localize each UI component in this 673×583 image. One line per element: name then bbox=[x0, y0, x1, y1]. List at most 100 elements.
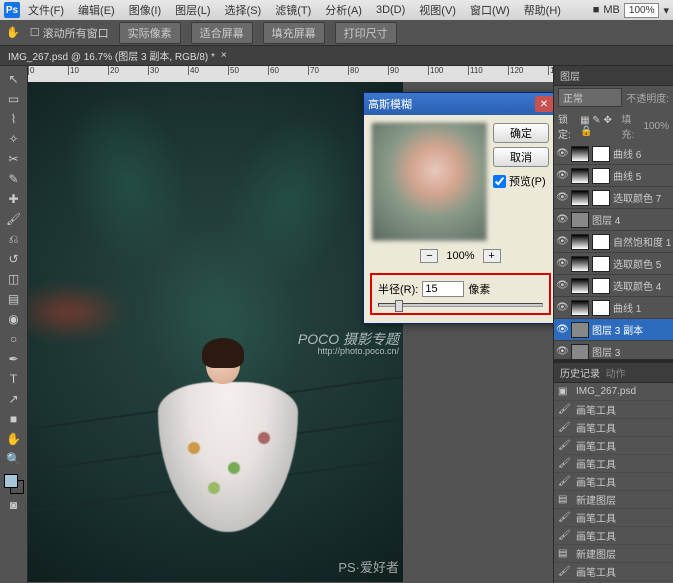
radius-label: 半径(R): bbox=[378, 281, 418, 297]
visibility-icon[interactable]: 👁 bbox=[556, 346, 568, 357]
layer-item[interactable]: 👁选取颜色 7 bbox=[554, 187, 673, 209]
heal-tool-icon[interactable]: ✚ bbox=[3, 190, 25, 208]
foreground-color-swatch[interactable] bbox=[4, 474, 18, 488]
layer-item[interactable]: 👁选取颜色 5 bbox=[554, 253, 673, 275]
eyedropper-tool-icon[interactable]: ✎ bbox=[3, 170, 25, 188]
crop-tool-icon[interactable]: ✂ bbox=[3, 150, 25, 168]
history-snapshot[interactable]: ▣ IMG_267.psd bbox=[554, 383, 673, 401]
history-item[interactable]: ▤新建图层 bbox=[554, 545, 673, 563]
menu-select[interactable]: 选择(S) bbox=[219, 0, 268, 20]
layer-item[interactable]: 👁图层 3 副本 bbox=[554, 319, 673, 341]
move-tool-icon[interactable]: ↖ bbox=[3, 70, 25, 88]
quickmask-icon[interactable]: ◙ bbox=[3, 496, 25, 514]
marquee-tool-icon[interactable]: ▭ bbox=[3, 90, 25, 108]
brush-tool-icon[interactable]: 🖌 bbox=[3, 210, 25, 228]
layer-item[interactable]: 👁曲线 6 bbox=[554, 143, 673, 165]
history-item[interactable]: 🖌画笔工具 bbox=[554, 509, 673, 527]
layer-item[interactable]: 👁 曲线 1 bbox=[554, 297, 673, 319]
history-item[interactable]: 🖌画笔工具 bbox=[554, 455, 673, 473]
zoom-out-button[interactable]: − bbox=[420, 249, 438, 263]
hand-tool-icon[interactable]: ✋ bbox=[3, 430, 25, 448]
history-brush-tool-icon[interactable]: ↺ bbox=[3, 250, 25, 268]
layer-item[interactable]: 👁图层 3 bbox=[554, 341, 673, 359]
blend-mode-dropdown[interactable]: 正常 bbox=[558, 88, 622, 107]
slider-thumb-icon[interactable] bbox=[395, 300, 403, 312]
menu-window[interactable]: 窗口(W) bbox=[464, 0, 516, 20]
layer-thumb bbox=[571, 146, 589, 162]
history-item[interactable]: 🖌画笔工具 bbox=[554, 473, 673, 491]
history-item[interactable]: 🖌画笔工具 bbox=[554, 419, 673, 437]
actual-pixels-button[interactable]: 实际像素 bbox=[119, 22, 181, 44]
lock-icons[interactable]: ▦ ✎ ✥ 🔒 bbox=[580, 115, 617, 137]
canvas[interactable]: POCO 摄影专题 http://photo.poco.cn/ PS·爱好者 bbox=[28, 82, 403, 582]
document-tab[interactable]: IMG_267.psd @ 16.7% (图层 3 副本, RGB/8) * × bbox=[0, 46, 673, 66]
stamp-tool-icon[interactable]: ⎌ bbox=[3, 230, 25, 248]
menu-analysis[interactable]: 分析(A) bbox=[319, 0, 368, 20]
visibility-icon[interactable]: 👁 bbox=[556, 214, 568, 225]
wand-tool-icon[interactable]: ✧ bbox=[3, 130, 25, 148]
gradient-tool-icon[interactable]: ▤ bbox=[3, 290, 25, 308]
color-swatch[interactable] bbox=[4, 474, 24, 494]
fit-screen-button[interactable]: 适合屏幕 bbox=[191, 22, 253, 44]
layer-thumb bbox=[571, 300, 589, 316]
ps-logo-icon: Ps bbox=[4, 2, 20, 18]
pen-tool-icon[interactable]: ✒ bbox=[3, 350, 25, 368]
preview-checkbox-input[interactable] bbox=[493, 175, 506, 188]
dialog-preview[interactable] bbox=[372, 123, 487, 241]
shape-tool-icon[interactable]: ■ bbox=[3, 410, 25, 428]
menu-layer[interactable]: 图层(L) bbox=[169, 0, 216, 20]
preview-checkbox[interactable]: 预览(P) bbox=[493, 173, 549, 189]
visibility-icon[interactable]: 👁 bbox=[556, 192, 568, 203]
zoom-in-button[interactable]: + bbox=[483, 249, 501, 263]
history-item[interactable]: 🖌画笔工具 bbox=[554, 563, 673, 581]
visibility-icon[interactable]: 👁 bbox=[556, 302, 568, 313]
zoom-tool-icon[interactable]: 🔍 bbox=[3, 450, 25, 468]
history-item[interactable]: 🖌画笔工具 bbox=[554, 527, 673, 545]
menu-edit[interactable]: 编辑(E) bbox=[72, 0, 121, 20]
history-item[interactable]: ▤新建图层 bbox=[554, 491, 673, 509]
menu-image[interactable]: 图像(I) bbox=[123, 0, 167, 20]
radius-slider[interactable] bbox=[378, 303, 543, 307]
cancel-button[interactable]: 取消 bbox=[493, 147, 549, 167]
path-tool-icon[interactable]: ↗ bbox=[3, 390, 25, 408]
menu-view[interactable]: 视图(V) bbox=[413, 0, 462, 20]
print-size-button[interactable]: 打印尺寸 bbox=[335, 22, 397, 44]
history-item[interactable]: 🖌画笔工具 bbox=[554, 437, 673, 455]
zoom-field[interactable]: 100% bbox=[624, 3, 660, 18]
dialog-titlebar[interactable]: 高斯模糊 ✕ bbox=[364, 93, 557, 115]
layer-name: 曲线 1 bbox=[613, 300, 641, 315]
dodge-tool-icon[interactable]: ○ bbox=[3, 330, 25, 348]
layer-item[interactable]: 👁图层 4 bbox=[554, 209, 673, 231]
visibility-icon[interactable]: 👁 bbox=[556, 324, 568, 335]
history-step-icon: 🖌 bbox=[558, 566, 572, 577]
eraser-tool-icon[interactable]: ◫ bbox=[3, 270, 25, 288]
lasso-tool-icon[interactable]: ⌇ bbox=[3, 110, 25, 128]
scroll-all-checkbox[interactable]: ☐ 滚动所有窗口 bbox=[30, 25, 109, 41]
menu-file[interactable]: 文件(F) bbox=[22, 0, 70, 20]
menu-help[interactable]: 帮助(H) bbox=[518, 0, 567, 20]
layer-item[interactable]: 👁曲线 5 bbox=[554, 165, 673, 187]
layers-panel-tab[interactable]: 图层 bbox=[554, 66, 673, 86]
dialog-close-button[interactable]: ✕ bbox=[535, 96, 553, 112]
radius-input[interactable] bbox=[422, 281, 464, 297]
visibility-icon[interactable]: 👁 bbox=[556, 258, 568, 269]
close-tab-icon[interactable]: × bbox=[221, 50, 227, 61]
blur-tool-icon[interactable]: ◉ bbox=[3, 310, 25, 328]
ok-button[interactable]: 确定 bbox=[493, 123, 549, 143]
layer-thumb bbox=[571, 234, 589, 250]
zoom-dropdown-icon[interactable]: ▾ bbox=[663, 4, 669, 17]
layer-item[interactable]: 👁选取颜色 4 bbox=[554, 275, 673, 297]
layer-thumb bbox=[571, 212, 589, 228]
history-item[interactable]: 🖌画笔工具 bbox=[554, 401, 673, 419]
history-step-icon: ▤ bbox=[558, 494, 572, 505]
visibility-icon[interactable]: 👁 bbox=[556, 170, 568, 181]
type-tool-icon[interactable]: T bbox=[3, 370, 25, 388]
visibility-icon[interactable]: 👁 bbox=[556, 280, 568, 291]
menu-filter[interactable]: 滤镜(T) bbox=[269, 0, 317, 20]
visibility-icon[interactable]: 👁 bbox=[556, 148, 568, 159]
visibility-icon[interactable]: 👁 bbox=[556, 236, 568, 247]
layer-item[interactable]: 👁自然饱和度 1 bbox=[554, 231, 673, 253]
fill-screen-button[interactable]: 填充屏幕 bbox=[263, 22, 325, 44]
menu-3d[interactable]: 3D(D) bbox=[370, 2, 411, 18]
history-panel-tab[interactable]: 历史记录 动作 bbox=[554, 363, 673, 383]
